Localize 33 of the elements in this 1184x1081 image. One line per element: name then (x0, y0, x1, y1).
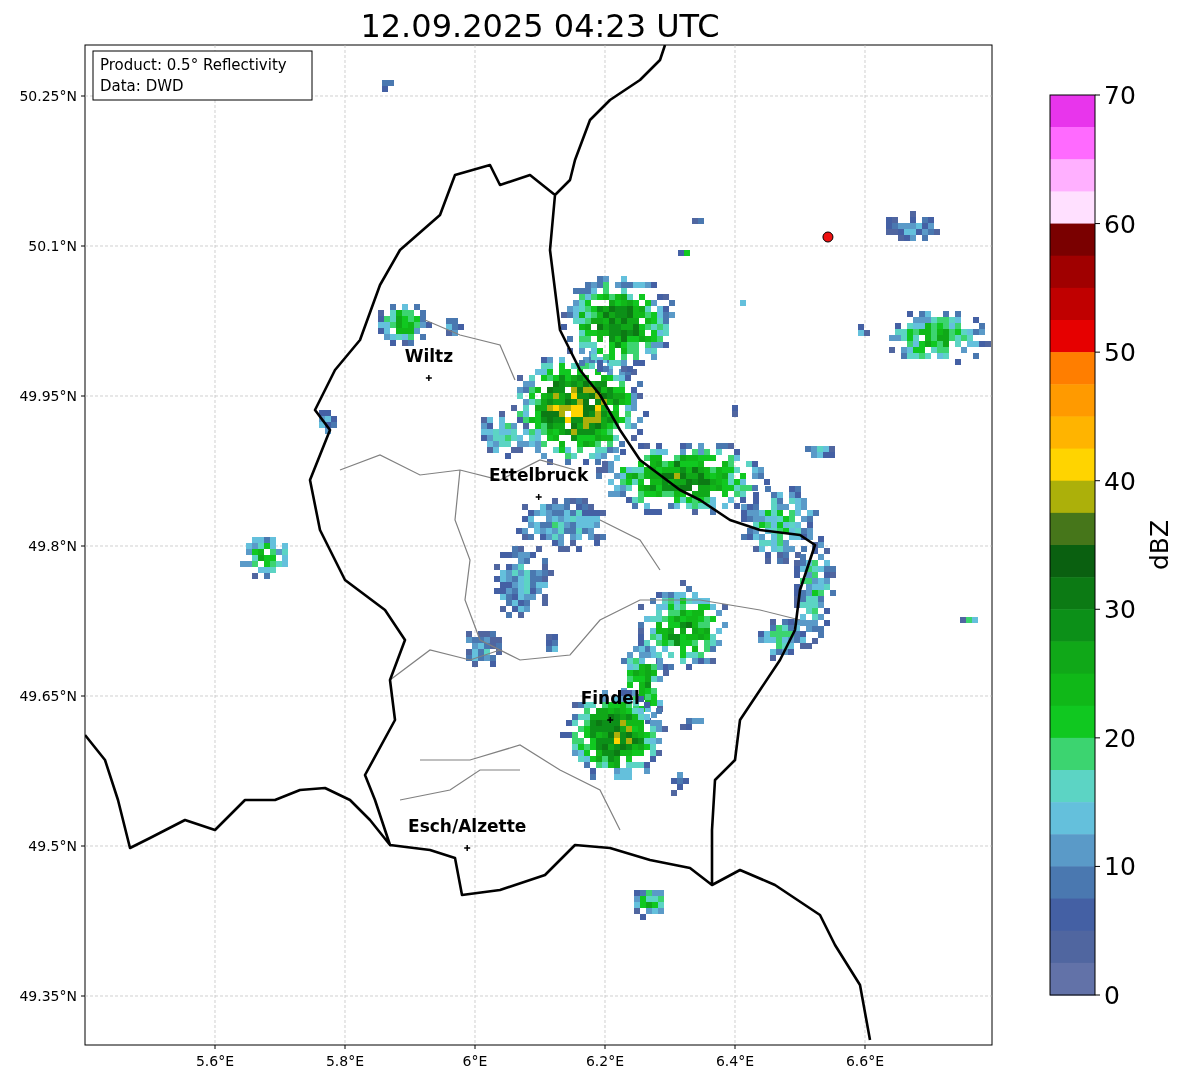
chart-title: 12.09.2025 04:23 UTC (360, 7, 720, 45)
axis-tick-label: 5.6°E (195, 1053, 235, 1069)
info-text: Data: DWD (100, 77, 184, 95)
info-text: Product: 0.5° Reflectivity (100, 56, 287, 74)
axis-tick-label: 6.4°E (715, 1053, 755, 1069)
axis-tick-label: 49.65°N (19, 688, 77, 704)
axis-tick-label: 49.8°N (28, 538, 77, 554)
city-marker-icon (606, 716, 614, 724)
city-label: Ettelbruck (489, 465, 589, 485)
colorbar-tick-label: 20 (1104, 723, 1136, 753)
axis-tick-label: 50.25°N (19, 88, 77, 104)
colorbar-tick-label: 70 (1104, 81, 1136, 110)
colorbar-label: dBZ (1145, 519, 1174, 571)
colorbar-tick-label: 0 (1104, 981, 1120, 1010)
location-marker (822, 231, 834, 243)
axis-tick-label: 5.8°E (325, 1053, 365, 1069)
axis-tick-label: 49.5°N (28, 838, 77, 854)
colorbar-tick-label: 50 (1104, 338, 1136, 368)
city-label: Wiltz (404, 346, 454, 366)
colorbar-tick-label: 30 (1104, 595, 1136, 625)
axis-tick-label: 6.6°E (845, 1053, 885, 1069)
city-marker-icon (425, 374, 433, 382)
city-marker-icon (534, 493, 543, 501)
axis-tick-label: 50.1°N (28, 238, 77, 254)
colorbar-tick-label: 40 (1104, 466, 1136, 496)
axis-tick-label: 6°E (462, 1053, 488, 1069)
axis-tick-label: 49.35°N (19, 988, 77, 1004)
axis-tick-label: 6.2°E (585, 1053, 625, 1069)
city-marker-icon (463, 844, 471, 852)
colorbar-tick-label: 60 (1104, 209, 1136, 239)
city-label: Esch/Alzette (408, 816, 527, 836)
colorbar-tick-label: 10 (1104, 852, 1136, 882)
axis-tick-label: 49.95°N (19, 388, 77, 404)
